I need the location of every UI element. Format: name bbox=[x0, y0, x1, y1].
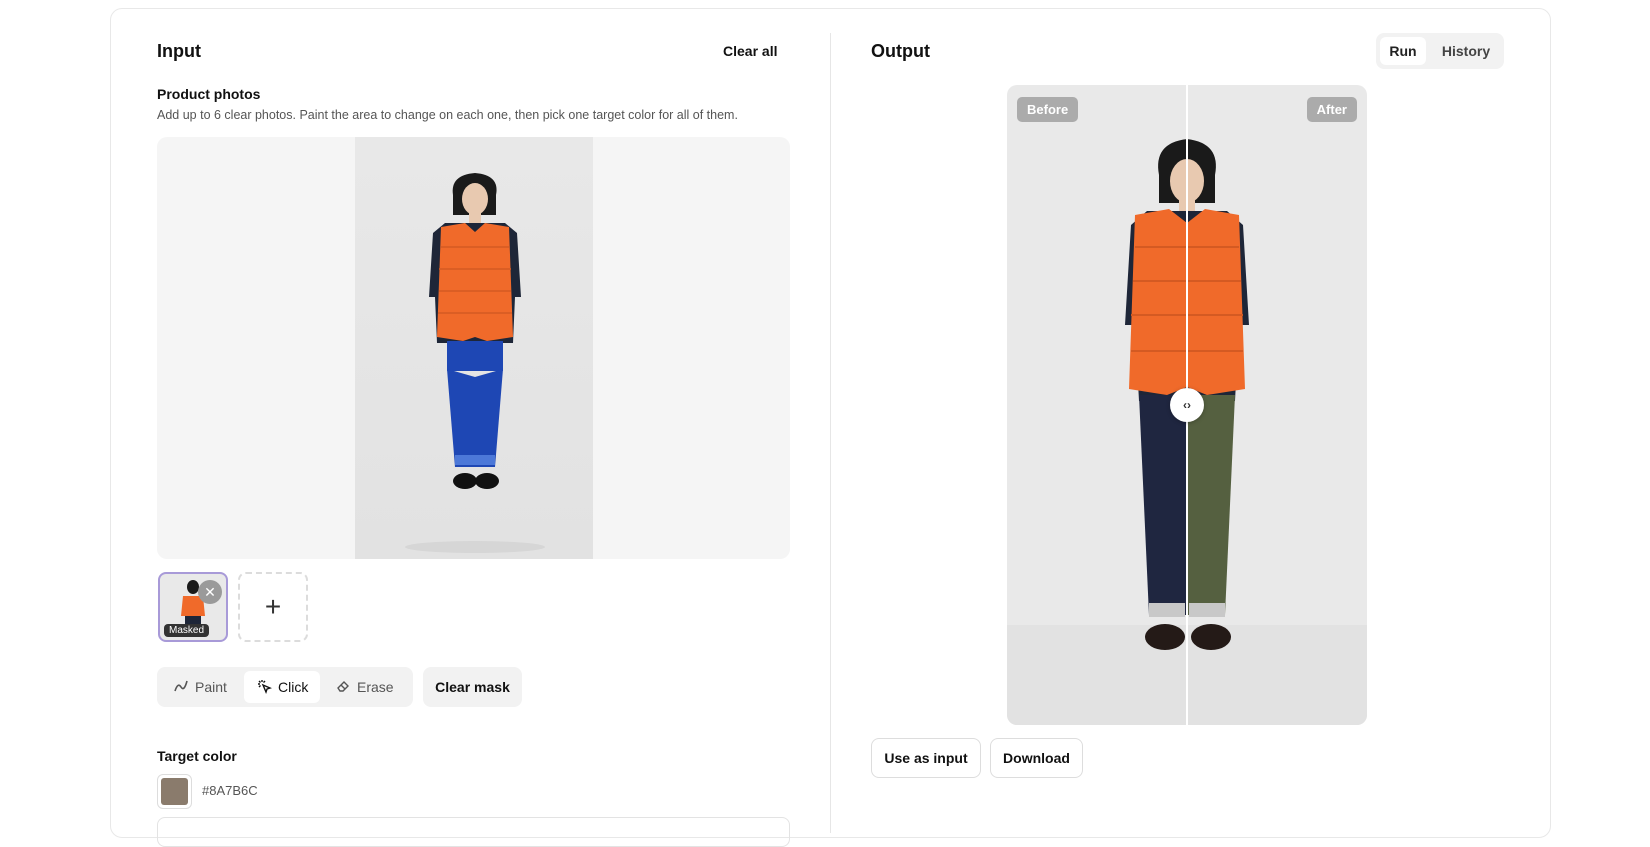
erase-tool-button[interactable]: Erase bbox=[323, 671, 406, 703]
mask-canvas[interactable] bbox=[157, 137, 790, 559]
add-photo-button[interactable]: + bbox=[238, 572, 308, 642]
target-color-swatch[interactable] bbox=[157, 774, 192, 809]
plus-icon: + bbox=[264, 591, 282, 622]
next-field[interactable] bbox=[157, 817, 790, 847]
mask-toolbar: Paint Click Erase bbox=[157, 667, 413, 707]
photo-thumbnail[interactable]: ✕ Masked bbox=[158, 572, 228, 642]
paint-brush-icon bbox=[173, 678, 189, 697]
eraser-icon bbox=[335, 678, 351, 697]
before-label: Before bbox=[1017, 97, 1079, 122]
masked-badge: Masked bbox=[164, 624, 210, 637]
product-photo bbox=[355, 137, 593, 559]
after-label: After bbox=[1306, 97, 1357, 122]
tab-history[interactable]: History bbox=[1432, 37, 1500, 65]
output-tabs: Run History bbox=[1376, 33, 1504, 69]
magic-click-icon bbox=[256, 678, 272, 697]
remove-photo-icon[interactable]: ✕ bbox=[198, 580, 222, 604]
download-button[interactable]: Download bbox=[990, 738, 1083, 778]
paint-tool-button[interactable]: Paint bbox=[161, 671, 239, 703]
product-photos-help: Add up to 6 clear photos. Paint the area… bbox=[157, 108, 738, 122]
use-as-input-button[interactable]: Use as input bbox=[871, 738, 981, 778]
before-after-compare[interactable]: Before After ‹› bbox=[1007, 85, 1367, 725]
clear-all-button[interactable]: Clear all bbox=[723, 43, 777, 59]
output-title: Output bbox=[871, 41, 930, 61]
panel-divider bbox=[830, 33, 831, 833]
target-color-label: Target color bbox=[157, 748, 237, 764]
click-tool-label: Click bbox=[278, 679, 309, 695]
clear-mask-button[interactable]: Clear mask bbox=[423, 667, 522, 707]
product-photos-label: Product photos bbox=[157, 86, 261, 102]
paint-tool-label: Paint bbox=[195, 679, 227, 695]
tab-run[interactable]: Run bbox=[1380, 37, 1426, 65]
target-color-fill bbox=[161, 778, 188, 805]
erase-tool-label: Erase bbox=[357, 679, 394, 695]
click-tool-button[interactable]: Click bbox=[244, 671, 321, 703]
compare-handle-icon[interactable]: ‹› bbox=[1170, 388, 1204, 422]
input-title: Input bbox=[157, 41, 201, 61]
model-figure-input bbox=[405, 173, 545, 553]
target-color-hex: #8A7B6C bbox=[202, 783, 258, 798]
